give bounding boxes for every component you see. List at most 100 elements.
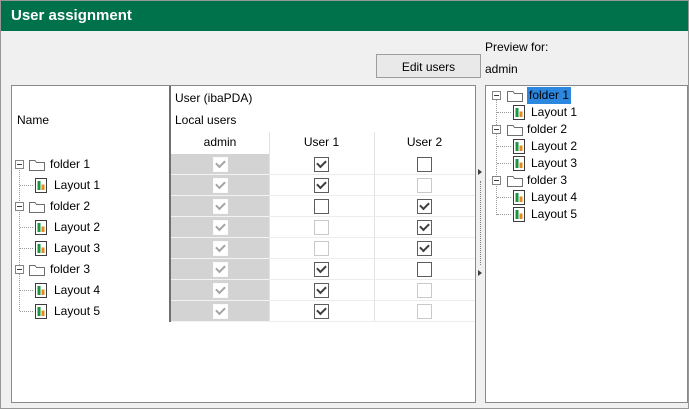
tree-row[interactable]: folder 1	[486, 87, 686, 104]
user2-checkbox[interactable]	[417, 157, 432, 172]
user1-cell[interactable]	[269, 301, 374, 322]
tree-cell[interactable]: Layout 3	[12, 238, 169, 259]
tree-cell[interactable]: Layout 1	[12, 175, 169, 196]
user2-checkbox	[417, 178, 432, 193]
user1-cell[interactable]	[269, 259, 374, 280]
tree-item-label[interactable]: Layout 4	[54, 280, 100, 301]
tree-connector-line	[497, 163, 511, 164]
admin-checkbox	[213, 178, 228, 193]
layout-icon	[513, 156, 525, 171]
user1-cell[interactable]	[269, 154, 374, 175]
tree-row[interactable]: folder 2	[486, 121, 686, 138]
tree-row[interactable]: folder 3	[486, 172, 686, 189]
layout-icon	[35, 241, 47, 256]
tree-cell[interactable]: Layout 5	[12, 301, 169, 322]
user1-cell[interactable]	[269, 280, 374, 301]
user1-checkbox[interactable]	[314, 304, 329, 319]
tree-connector-line	[20, 311, 33, 312]
tree-cell[interactable]: folder 2	[12, 196, 169, 217]
layout-icon	[513, 207, 525, 222]
collapse-expander-icon[interactable]	[15, 160, 24, 169]
tree-connector-line	[20, 290, 33, 291]
tree-connector-line	[497, 112, 511, 113]
assignment-grid-panel: User (ibaPDA) Local users Name admin Use…	[11, 85, 476, 403]
user2-checkbox	[417, 283, 432, 298]
user2-cell[interactable]	[374, 217, 475, 238]
panel-splitter[interactable]	[477, 85, 484, 403]
page-title: User assignment	[11, 7, 132, 24]
tree-item-label[interactable]: Layout 5	[54, 301, 100, 322]
tree-item-label[interactable]: folder 3	[527, 172, 567, 189]
tree-item-label[interactable]: Layout 1	[531, 104, 577, 121]
admin-cell	[171, 238, 269, 259]
tree-item-label[interactable]: folder 2	[527, 121, 567, 138]
user2-cell[interactable]	[374, 238, 475, 259]
user2-checkbox[interactable]	[417, 262, 432, 277]
splitter-drag-handle[interactable]	[480, 181, 481, 265]
grid-rows: folder 1 Layout 1	[12, 154, 475, 322]
collapse-expander-icon[interactable]	[492, 176, 501, 185]
tree-item-label[interactable]: Layout 3	[54, 238, 100, 259]
user1-checkbox[interactable]	[314, 157, 329, 172]
tree-item-label[interactable]: Layout 4	[531, 189, 577, 206]
tree-connector-line	[20, 227, 33, 228]
user2-checkbox[interactable]	[417, 199, 432, 214]
collapse-expander-icon[interactable]	[492, 125, 501, 134]
user2-cell[interactable]	[374, 259, 475, 280]
user1-checkbox[interactable]	[314, 262, 329, 277]
table-row: Layout 4	[12, 280, 475, 301]
user1-checkbox[interactable]	[314, 283, 329, 298]
user2-cell[interactable]	[374, 196, 475, 217]
collapse-expander-icon[interactable]	[492, 91, 501, 100]
tree-cell[interactable]: Layout 2	[12, 217, 169, 238]
tree-connector-line	[497, 146, 511, 147]
user2-checkbox	[417, 304, 432, 319]
tree-cell[interactable]: Layout 4	[12, 280, 169, 301]
edit-users-button[interactable]: Edit users	[376, 54, 481, 78]
tree-item-label[interactable]: Layout 1	[54, 175, 100, 196]
tree-connector-line	[20, 248, 33, 249]
collapse-expander-icon[interactable]	[15, 265, 24, 274]
tree-row[interactable]: Layout 3	[486, 155, 686, 172]
table-row: folder 1	[12, 154, 475, 175]
tree-item-label[interactable]: Layout 2	[531, 138, 577, 155]
user2-cell[interactable]	[374, 154, 475, 175]
tree-row[interactable]: Layout 5	[486, 206, 686, 223]
preview-tree-panel: folder 1 Layout 1 folder 2 Layout 2 Layo	[485, 85, 688, 403]
tree-item-label[interactable]: Layout 2	[54, 217, 100, 238]
folder-icon	[29, 158, 45, 171]
tree-item-label[interactable]: folder 3	[50, 259, 90, 280]
layout-icon	[35, 304, 47, 319]
collapse-expander-icon[interactable]	[15, 202, 24, 211]
table-row: Layout 5	[12, 301, 475, 322]
tree-row[interactable]: Layout 1	[486, 104, 686, 121]
user1-cell[interactable]	[269, 196, 374, 217]
preview-tree: folder 1 Layout 1 folder 2 Layout 2 Layo	[486, 87, 686, 223]
tree-item-label[interactable]: folder 1	[527, 87, 571, 104]
subgroup-header: Local users	[175, 113, 236, 127]
user1-cell[interactable]	[269, 175, 374, 196]
tree-cell[interactable]: folder 3	[12, 259, 169, 280]
table-row: folder 3	[12, 259, 475, 280]
tree-item-label[interactable]: Layout 3	[531, 155, 577, 172]
admin-checkbox	[213, 283, 228, 298]
user1-checkbox[interactable]	[314, 178, 329, 193]
user2-checkbox[interactable]	[417, 241, 432, 256]
admin-cell	[171, 154, 269, 175]
tree-row[interactable]: Layout 4	[486, 189, 686, 206]
user2-cell	[374, 175, 475, 196]
folder-icon	[29, 200, 45, 213]
collapse-arrow-icon[interactable]	[478, 270, 482, 276]
admin-checkbox	[213, 241, 228, 256]
collapse-arrow-icon[interactable]	[478, 169, 482, 175]
tree-item-label[interactable]: folder 1	[50, 154, 90, 175]
tree-item-label[interactable]: Layout 5	[531, 206, 577, 223]
tree-item-label[interactable]: folder 2	[50, 196, 90, 217]
layout-icon	[513, 139, 525, 154]
tree-row[interactable]: Layout 2	[486, 138, 686, 155]
tree-cell[interactable]: folder 1	[12, 154, 169, 175]
user1-checkbox[interactable]	[314, 199, 329, 214]
admin-checkbox	[213, 304, 228, 319]
user2-checkbox[interactable]	[417, 220, 432, 235]
table-row: folder 2	[12, 196, 475, 217]
